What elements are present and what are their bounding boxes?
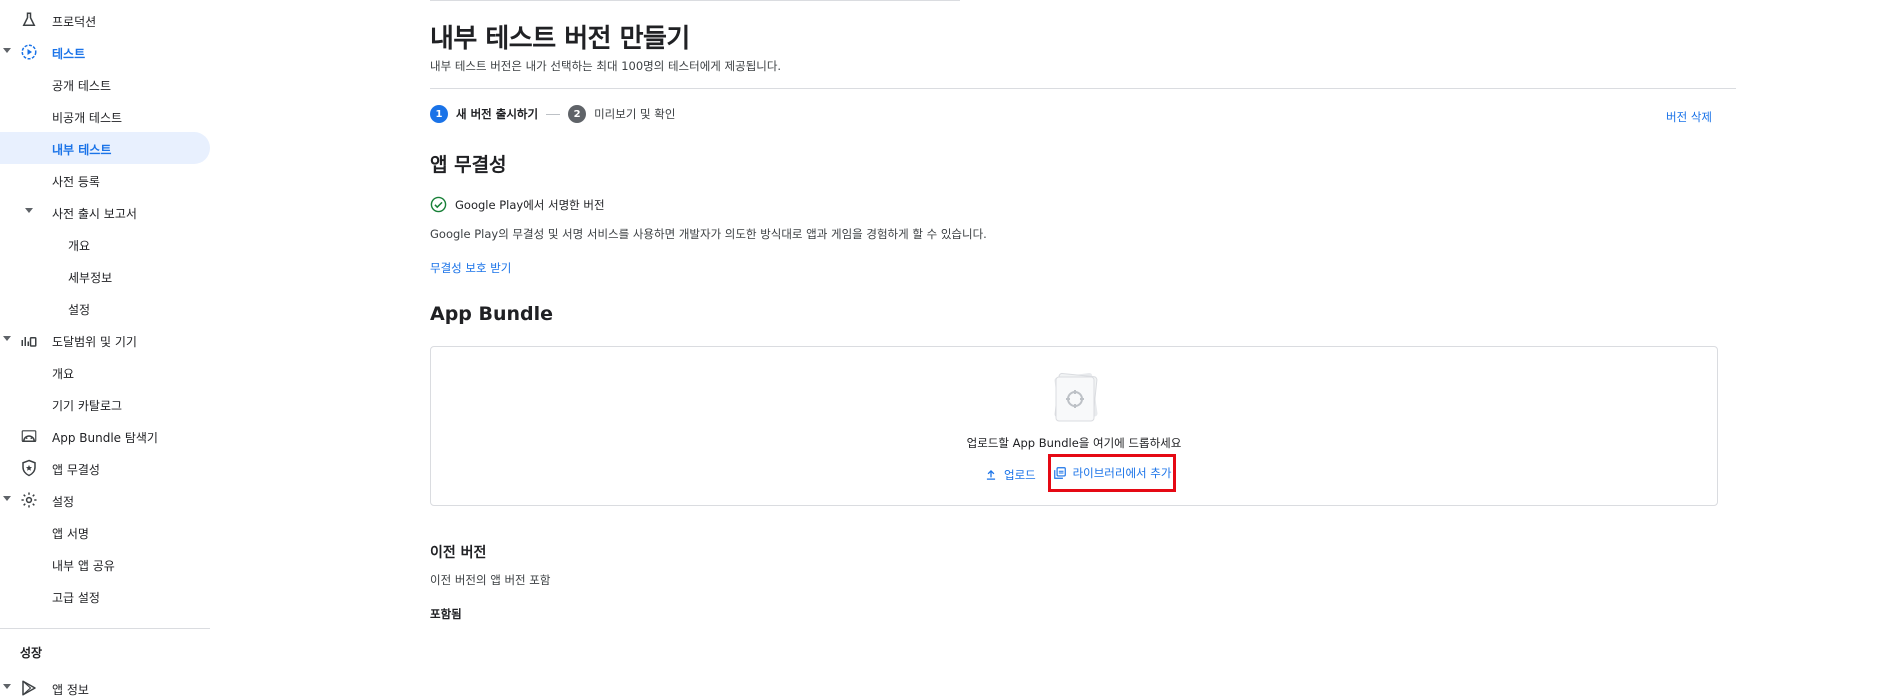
- sidebar-section-heading: 성장: [20, 646, 43, 660]
- step-preview-confirm[interactable]: 미리보기 및 확인: [594, 106, 675, 122]
- play-store-icon: [22, 680, 36, 696]
- sidebar-item-label: 사전 등록: [52, 175, 100, 189]
- sidebar-item-label: 공개 테스트: [52, 79, 112, 93]
- divider: [430, 0, 960, 1]
- sidebar-item-label: 내부 앱 공유: [52, 559, 115, 573]
- sidebar-item-closed-testing[interactable]: 비공개 테스트: [0, 100, 210, 132]
- dropzone-instructions: 업로드할 App Bundle을 여기에 드롭하세요: [966, 436, 1182, 450]
- sidebar-item-label: 기기 카탈로그: [52, 399, 123, 413]
- sidebar-item-label: 개요: [68, 239, 91, 253]
- get-integrity-protection-link[interactable]: 무결성 보호 받기: [430, 260, 511, 276]
- chevron-down-icon[interactable]: [3, 48, 11, 53]
- sidebar-item-label: 고급 설정: [52, 591, 100, 605]
- sidebar-item-label: 사전 출시 보고서: [52, 207, 137, 221]
- step-number: 1: [430, 105, 448, 123]
- chevron-down-icon[interactable]: [3, 496, 11, 501]
- page-subtitle: 내부 테스트 버전은 내가 선택하는 최대 100명의 테스터에게 제공됩니다.: [430, 59, 782, 73]
- previous-releases-heading: 이전 버전: [430, 545, 487, 561]
- check-circle-icon: [430, 196, 447, 213]
- add-from-library-label: 라이브러리에서 추가: [1072, 466, 1172, 480]
- sidebar-item-setup[interactable]: 설정: [0, 484, 210, 516]
- step-number: 2: [568, 105, 587, 123]
- sidebar-item-label: 개요: [52, 367, 75, 381]
- sidebar-item-reach-overview[interactable]: 개요: [0, 356, 210, 388]
- delete-release-link[interactable]: 버전 삭제: [1666, 109, 1712, 125]
- sidebar-divider: [0, 628, 210, 629]
- main-content: 내부 테스트 버전 만들기 내부 테스트 버전은 내가 선택하는 최대 100명…: [430, 0, 1740, 700]
- bar-chart-device-icon: [21, 337, 37, 347]
- sidebar-item-app-integrity[interactable]: 앱 무결성: [0, 452, 210, 484]
- release-stepper: 1 새 버전 출시하기 2 미리보기 및 확인: [430, 104, 675, 124]
- integrity-description: Google Play의 무결성 및 서명 서비스를 사용하면 개발자가 의도한…: [430, 227, 987, 241]
- sidebar-item-report-settings[interactable]: 설정: [0, 292, 210, 324]
- sidebar-item-label: 세부정보: [68, 271, 113, 285]
- sidebar-item-label: 앱 무결성: [52, 463, 100, 477]
- signing-status: Google Play에서 서명한 버전: [430, 196, 605, 213]
- android-bundle-icon: [21, 430, 37, 442]
- upload-button[interactable]: 업로드: [984, 464, 1036, 486]
- sidebar: 프로덕션 테스트 공개 테스트 비공개 테스트 내부 테스트 사전 등록 사전 …: [0, 0, 210, 700]
- flask-icon: [22, 12, 36, 26]
- sidebar-item-pre-registration[interactable]: 사전 등록: [0, 164, 210, 196]
- sidebar-item-reach-devices[interactable]: 도달범위 및 기기: [0, 324, 210, 356]
- app-bundle-dropzone[interactable]: 업로드할 App Bundle을 여기에 드롭하세요 업로드 라이브러리에서 추…: [430, 346, 1718, 506]
- shield-star-icon: [22, 459, 36, 477]
- sidebar-item-label: 설정: [52, 495, 75, 509]
- upload-button-label: 업로드: [1004, 468, 1036, 482]
- library-icon: [1053, 467, 1066, 479]
- add-from-library-button[interactable]: 라이브러리에서 추가: [1048, 454, 1176, 492]
- chevron-down-icon[interactable]: [25, 208, 33, 213]
- play-circle-icon: [21, 44, 37, 60]
- sidebar-item-label: 앱 서명: [52, 527, 89, 541]
- app-bundle-illustration: [1054, 372, 1098, 422]
- sidebar-item-testing[interactable]: 테스트: [0, 36, 210, 68]
- step-create-release[interactable]: 새 버전 출시하기: [456, 106, 538, 122]
- sidebar-item-label: 내부 테스트: [52, 143, 112, 157]
- step-connector: [546, 113, 561, 115]
- sidebar-item-open-testing[interactable]: 공개 테스트: [0, 68, 210, 100]
- sidebar-item-label: 도달범위 및 기기: [52, 335, 137, 349]
- sidebar-item-internal-testing[interactable]: 내부 테스트: [0, 132, 210, 164]
- sidebar-item-label: 프로덕션: [52, 15, 97, 29]
- sidebar-item-store-presence[interactable]: 앱 정보: [0, 672, 210, 700]
- sidebar-item-internal-app-sharing[interactable]: 내부 앱 공유: [0, 548, 210, 580]
- sidebar-item-advanced-settings[interactable]: 고급 설정: [0, 580, 210, 612]
- sidebar-item-device-catalog[interactable]: 기기 카탈로그: [0, 388, 210, 420]
- sidebar-item-label: 테스트: [52, 47, 86, 61]
- previous-releases-description: 이전 버전의 앱 버전 포함: [430, 573, 551, 587]
- app-bundle-heading: App Bundle: [430, 303, 554, 325]
- sidebar-item-report-details[interactable]: 세부정보: [0, 260, 210, 292]
- sidebar-item-label: 설정: [68, 303, 91, 317]
- chevron-down-icon[interactable]: [3, 336, 11, 341]
- sidebar-item-report-overview[interactable]: 개요: [0, 228, 210, 260]
- sidebar-item-bundle-explorer[interactable]: App Bundle 탐색기: [0, 420, 210, 452]
- sidebar-item-label: 앱 정보: [52, 683, 89, 697]
- sidebar-item-pre-launch-report[interactable]: 사전 출시 보고서: [0, 196, 210, 228]
- previous-releases-status: 포함됨: [430, 607, 462, 621]
- divider: [430, 88, 1736, 89]
- app-integrity-heading: 앱 무결성: [430, 154, 507, 176]
- page-title: 내부 테스트 버전 만들기: [430, 24, 690, 54]
- sidebar-item-label: 비공개 테스트: [52, 111, 123, 125]
- upload-icon: [986, 470, 996, 480]
- sidebar-item-app-signing[interactable]: 앱 서명: [0, 516, 210, 548]
- sidebar-item-production[interactable]: 프로덕션: [0, 4, 210, 36]
- signing-status-text: Google Play에서 서명한 버전: [455, 197, 605, 212]
- chevron-down-icon[interactable]: [3, 684, 11, 689]
- gear-icon: [21, 492, 37, 508]
- sidebar-item-label: App Bundle 탐색기: [52, 431, 158, 445]
